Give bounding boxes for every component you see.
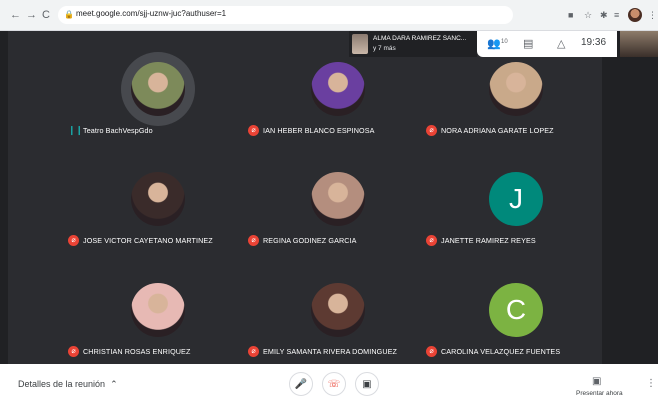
media-icon[interactable]: ≡ <box>614 9 619 21</box>
mic-off-icon: ⌀ <box>426 235 437 246</box>
participant-name: CAROLINA VELAZQUEZ FUENTES <box>441 347 561 356</box>
participant-name: JANETTE RAMIREZ REYES <box>441 236 536 245</box>
forward-icon[interactable]: → <box>26 8 37 22</box>
lock-icon: 🔒 <box>64 10 74 19</box>
meeting-top-bar: 👥 10 ▤ △ 19:36 <box>477 31 617 57</box>
participant-avatar <box>131 283 185 337</box>
participant-name: Teatro BachVespGdo <box>83 126 153 135</box>
mic-off-icon: ⌀ <box>248 235 259 246</box>
participant-avatar <box>311 172 365 226</box>
audio-level-icon: ❙❙ <box>68 125 84 135</box>
hang-up-icon: ☏ <box>327 378 341 390</box>
presenter-chip[interactable]: ALMA DARA RAMIREZ SANC... y 7 más <box>349 31 477 57</box>
reload-icon[interactable]: C <box>42 8 50 22</box>
present-now-button[interactable]: Presentar ahora <box>576 390 623 397</box>
participant-avatar <box>311 62 365 116</box>
microphone-button[interactable]: 🎤 <box>289 372 313 396</box>
presenter-thumbnail <box>352 34 368 54</box>
participant-avatar <box>489 62 543 116</box>
people-icon[interactable]: 👥 <box>487 37 501 51</box>
participant-name: CHRISTIAN ROSAS ENRIQUEZ <box>83 347 191 356</box>
participant-avatar: J <box>489 172 543 226</box>
extension-icon[interactable]: ✱ <box>600 9 608 21</box>
mic-off-icon: ⌀ <box>68 346 79 357</box>
people-count: 10 <box>501 39 508 45</box>
chevron-up-icon: ⌃ <box>110 379 118 389</box>
leave-call-button[interactable]: ☏ <box>322 372 346 396</box>
microphone-icon: 🎤 <box>294 378 308 390</box>
present-screen-icon[interactable]: ▣ <box>592 376 601 387</box>
menu-icon[interactable]: ⋮ <box>648 9 657 21</box>
mic-off-icon: ⌀ <box>68 235 79 246</box>
self-view[interactable] <box>620 31 658 57</box>
camera-icon[interactable]: ■ <box>568 9 573 21</box>
chat-icon[interactable]: ▤ <box>523 37 533 51</box>
participant-name: EMILY SAMANTA RIVERA DOMINGUEZ <box>263 347 397 356</box>
more-options-icon[interactable]: ⋮ <box>646 378 656 389</box>
participant-avatar <box>131 62 185 116</box>
participant-avatar: C <box>489 283 543 337</box>
participant-name: IAN HEBER BLANCO ESPINOSA <box>263 126 375 135</box>
url-text: meet.google.com/sjj-uznw-juc?authuser=1 <box>76 9 227 18</box>
meeting-details-button[interactable]: Detalles de la reunión ⌃ <box>18 379 118 390</box>
meeting-grid: ❙❙ Teatro BachVespGdo ⌀ IAN HEBER BLANCO ES… <box>0 31 658 364</box>
mic-off-icon: ⌀ <box>248 346 259 357</box>
clock-time: 19:36 <box>581 37 607 48</box>
presenter-others: y 7 más <box>373 45 396 52</box>
star-icon[interactable]: ☆ <box>584 9 592 21</box>
mic-off-icon: ⌀ <box>426 346 437 357</box>
address-bar[interactable]: 🔒 meet.google.com/sjj-uznw-juc?authuser=… <box>58 6 513 24</box>
participant-avatar <box>131 172 185 226</box>
participant-name: NORA ADRIANA GARATE LOPEZ <box>441 126 554 135</box>
back-icon[interactable]: ← <box>10 8 21 22</box>
mic-off-icon: ⌀ <box>426 125 437 136</box>
profile-avatar[interactable] <box>628 8 642 22</box>
activities-icon[interactable]: △ <box>557 37 565 51</box>
meeting-controls: Detalles de la reunión ⌃ 🎤 ☏ ▣ ▣ Present… <box>0 364 658 402</box>
participant-name: REGINA GODINEZ GARCIA <box>263 236 357 245</box>
video-camera-icon: ▣ <box>362 378 372 390</box>
presenter-name: ALMA DARA RAMIREZ SANC... <box>373 35 467 42</box>
meeting-details-label: Detalles de la reunión <box>18 379 106 389</box>
participant-avatar <box>311 283 365 337</box>
browser-toolbar: ← → C 🔒 meet.google.com/sjj-uznw-juc?aut… <box>0 0 658 31</box>
mic-off-icon: ⌀ <box>248 125 259 136</box>
camera-button[interactable]: ▣ <box>355 372 379 396</box>
participant-name: JOSE VICTOR CAYETANO MARTINEZ <box>83 236 213 245</box>
